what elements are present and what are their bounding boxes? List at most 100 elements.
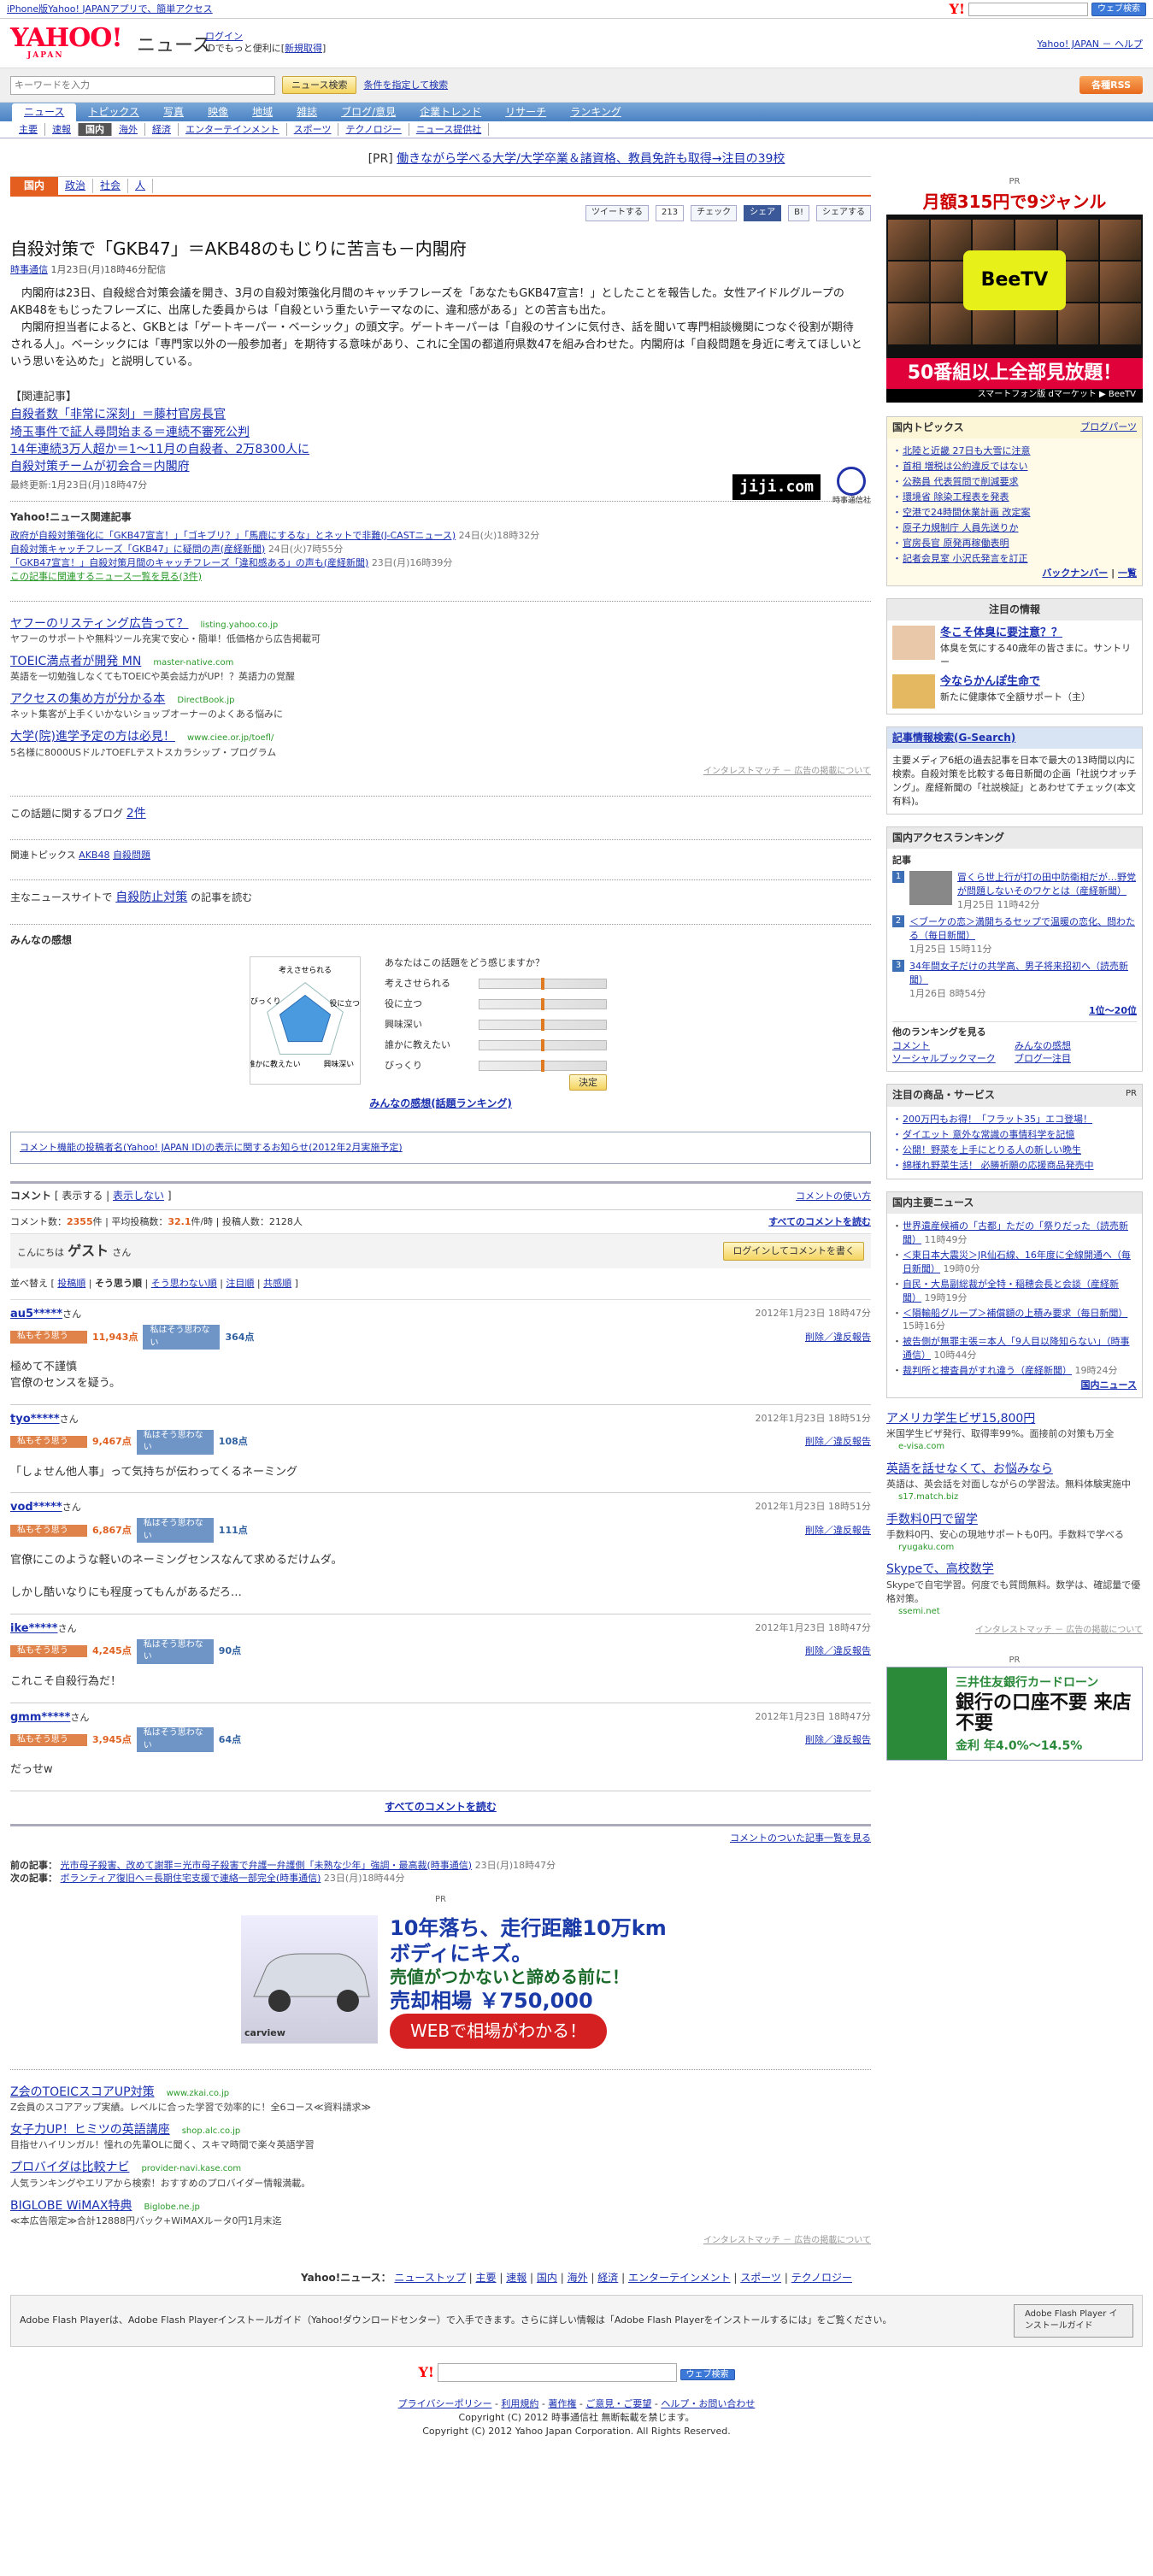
related-link[interactable]: 自殺者数「非常に深刻」＝藤村官房長官 xyxy=(10,406,871,423)
nav-trend[interactable]: 企業トレンド xyxy=(408,103,493,121)
show-comments[interactable]: 表示する xyxy=(62,1190,103,1202)
comment-list-link[interactable]: コメントのついた記事一覧を見る xyxy=(730,1832,871,1844)
report-link[interactable]: 削除／違反報告 xyxy=(805,1331,871,1344)
tweet-button[interactable]: ツイートする xyxy=(585,205,650,221)
blog-count-link[interactable]: 2件 xyxy=(126,807,146,820)
bottom-link[interactable]: 利用規約 xyxy=(501,2398,538,2409)
major-keyword-link[interactable]: 自殺防止対策 xyxy=(115,891,187,904)
nav-topics[interactable]: トピックス xyxy=(76,103,151,121)
top-search-input[interactable] xyxy=(968,2,1088,16)
domestic-news-link[interactable]: 国内ニュース xyxy=(1081,1379,1137,1391)
related-news-link[interactable]: 自殺対策キャッチフレーズ「GKB47」に疑問の声(産経新聞) xyxy=(10,544,265,555)
ad-url[interactable]: DirectBook.jp xyxy=(177,696,234,705)
mixi-share-button[interactable]: シェアする xyxy=(816,205,871,221)
side-ad-url[interactable]: s17.match.biz xyxy=(898,1491,1143,1504)
ranking-more-link[interactable]: 1位〜20位 xyxy=(1089,1005,1137,1016)
subnav-world[interactable]: 海外 xyxy=(112,122,145,137)
slider-handle[interactable] xyxy=(541,977,544,990)
footer-nav-link[interactable]: エンターテインメント xyxy=(628,2272,731,2284)
comments-howto-link[interactable]: コメントの使い方 xyxy=(796,1190,871,1203)
footer-nav-link[interactable]: 経済 xyxy=(597,2272,618,2284)
article-source[interactable]: 時事通信 xyxy=(10,264,48,275)
iphone-app-link[interactable]: iPhone版Yahoo! JAPANアプリで、簡単アクセス xyxy=(7,3,213,16)
ad-url[interactable]: www.zkai.co.jp xyxy=(167,2089,230,2098)
related-link[interactable]: 埼玉事件で証人尋問始まる＝連続不審死公判 xyxy=(10,424,871,441)
subnav-economy[interactable]: 経済 xyxy=(145,122,179,137)
side-ad-title[interactable]: 英語を話せなくて、お悩みなら xyxy=(886,1461,1143,1478)
report-link[interactable]: 削除／違反報告 xyxy=(805,1435,871,1449)
facebook-share-button[interactable]: シェア xyxy=(744,205,782,221)
report-link[interactable]: 削除／違反報告 xyxy=(805,1733,871,1747)
ad-title[interactable]: 女子力UP！ヒミツの英語講座 xyxy=(10,2123,170,2137)
news-search-button[interactable]: ニュース検索 xyxy=(282,75,357,95)
ad-url[interactable]: provider-navi.kase.com xyxy=(141,2164,241,2173)
nav-photo[interactable]: 写真 xyxy=(151,103,196,121)
side-topic-link[interactable]: 公務員 代表質問で削減要求 xyxy=(892,474,1137,490)
rss-button[interactable]: 各種RSS xyxy=(1079,75,1143,95)
kansou-slider[interactable] xyxy=(479,997,607,1010)
item-link[interactable]: 200万円もお得！「フラット35」エコ登場！ xyxy=(892,1112,1137,1127)
news-search-input[interactable] xyxy=(10,75,275,95)
footer-nav-link[interactable]: ニューストップ xyxy=(394,2272,465,2284)
sort-option[interactable]: 注目順 xyxy=(226,1278,254,1289)
topic-link[interactable]: 自殺問題 xyxy=(113,850,150,861)
side-topic-link[interactable]: 記者会見室 小沢氏発言を訂正 xyxy=(892,551,1137,567)
chumoku-link[interactable]: 今ならかんぽ生命で xyxy=(940,674,1091,691)
comment-user[interactable]: gmm***** xyxy=(10,1711,70,1724)
side-topic-link[interactable]: 原子力規制庁 人員先送りか xyxy=(892,520,1137,536)
comment-user[interactable]: ike***** xyxy=(10,1622,58,1635)
agree-button[interactable]: 私もそう思う xyxy=(10,1733,87,1747)
footer-nav-link[interactable]: 主要 xyxy=(476,2272,497,2284)
side-topic-link[interactable]: 官房長官 原発再稼働表明 xyxy=(892,536,1137,551)
all-comments-link[interactable]: すべてのコメントを読む xyxy=(385,1801,497,1813)
subnav-sports[interactable]: スポーツ xyxy=(287,122,339,137)
nav-magazine[interactable]: 雑誌 xyxy=(285,103,329,121)
footer-nav-link[interactable]: 国内 xyxy=(537,2272,557,2284)
interest-match-link[interactable]: インタレストマッチ － 広告の掲載について xyxy=(10,2235,871,2248)
yahoo-small-logo[interactable]: Y! xyxy=(950,0,965,19)
side-topic-link[interactable]: 北陸と近畿 27日も大雪に注意 xyxy=(892,444,1137,459)
interest-match-link[interactable]: インタレストマッチ － 広告の掲載について xyxy=(10,766,871,779)
ad-url[interactable]: www.ciee.or.jp/toefl/ xyxy=(187,733,274,743)
pr-link[interactable]: 働きながら学べる大学/大学卒業＆諸資格、教員免許も取得→注目の39校 xyxy=(397,152,785,166)
bottom-link[interactable]: ご意見・ご要望 xyxy=(585,2398,651,2409)
related-link[interactable]: 14年連続3万人超か＝1～11月の自殺者、2万8300人に xyxy=(10,441,871,458)
sort-option[interactable]: 投稿順 xyxy=(57,1278,85,1289)
bottom-link[interactable]: ヘルプ・お問い合わせ xyxy=(661,2398,755,2409)
kansou-slider[interactable] xyxy=(479,1018,607,1031)
ad-title[interactable]: 大学(院)進学予定の方は必見！ xyxy=(10,730,175,744)
side-ad-url[interactable]: ssemi.net xyxy=(898,1606,1143,1619)
kansou-decide-button[interactable]: 決定 xyxy=(569,1073,607,1091)
agree-button[interactable]: 私もそう思う xyxy=(10,1435,87,1449)
item-link[interactable]: 綿様れ野菜生活！ 必勝祈願の応援商品発売中 xyxy=(892,1158,1137,1173)
bottom-search-button[interactable]: ウェブ検索 xyxy=(679,2368,735,2380)
comment-user[interactable]: vod***** xyxy=(10,1501,62,1514)
footer-nav-link[interactable]: 速報 xyxy=(506,2272,526,2284)
gsearch-title[interactable]: 記事情報検索(G-Search) xyxy=(892,731,1015,745)
disagree-button[interactable]: 私はそう思わない xyxy=(136,1727,214,1753)
side-ad-title[interactable]: Skypeで、高校数学 xyxy=(886,1561,1143,1578)
car-ad[interactable]: carview 10年落ち、走行距離10万km ボディにキズ。 売値がつかないと… xyxy=(241,1914,871,2049)
prev-article-link[interactable]: 光市母子殺害、改めて謝罪＝光市母子殺害で弁護一弁護側「未熟な少年」強調・最高裁(… xyxy=(61,1860,473,1871)
bottom-link[interactable]: 著作権 xyxy=(548,2398,576,2409)
bottom-link[interactable]: プライバシーポリシー xyxy=(398,2398,492,2409)
kansou-slider[interactable] xyxy=(479,1059,607,1072)
yahoo-logo[interactable]: YAHOO! JAPAN xyxy=(10,26,123,61)
subnav-tech[interactable]: テクノロジー xyxy=(338,122,409,137)
kansou-ranking-link[interactable]: みんなの感想(話題ランキング) xyxy=(369,1097,512,1109)
rank-link[interactable]: 冒くら世上行が打の田中防衛相だが…野党が問題しないそのワケとは（産経新聞） xyxy=(957,871,1137,898)
disagree-button[interactable]: 私はそう思わない xyxy=(136,1429,214,1455)
other-ranking-link[interactable]: みんなの感想 xyxy=(1015,1039,1137,1053)
ad-title[interactable]: プロバイダは比較ナビ xyxy=(10,2161,129,2174)
topic-link[interactable]: AKB48 xyxy=(79,850,109,861)
login-to-comment-button[interactable]: ログインしてコメントを書く xyxy=(723,1242,864,1262)
report-link[interactable]: 削除／違反報告 xyxy=(805,1524,871,1538)
side-ad-url[interactable]: ryugaku.com xyxy=(898,1542,1143,1555)
subnav-domestic[interactable]: 国内 xyxy=(79,122,112,137)
category-society[interactable]: 社会 xyxy=(93,179,129,194)
item-link[interactable]: ダイエット 意外な常識の事情科学を記憶 xyxy=(892,1127,1137,1143)
slider-handle[interactable] xyxy=(541,997,544,1010)
nav-video[interactable]: 映像 xyxy=(196,103,240,121)
major-news-link[interactable]: ＜隕輸船グループ＞補償額の上積み要求（毎日新聞） xyxy=(903,1308,1127,1319)
other-ranking-link[interactable]: ブログ一注目 xyxy=(1015,1052,1137,1066)
